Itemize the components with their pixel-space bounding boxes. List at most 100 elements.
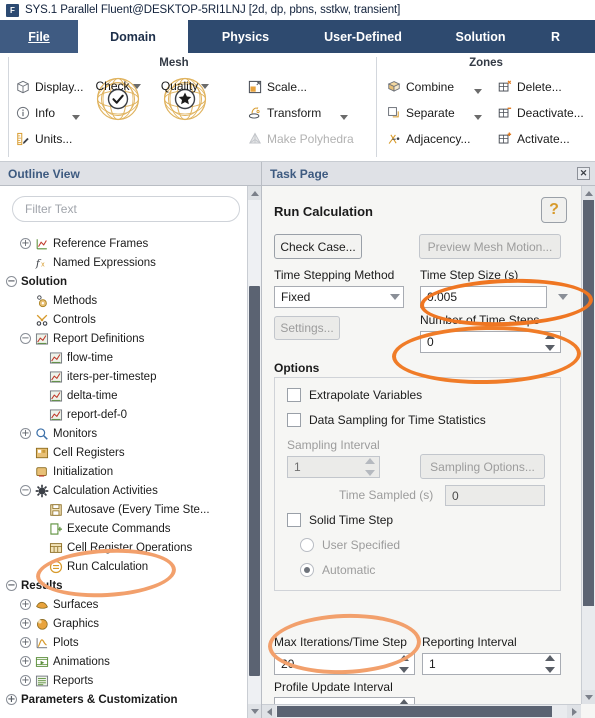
tree-expander[interactable]: + (20, 428, 31, 439)
separate-button[interactable]: Separate (387, 106, 455, 120)
combine-dropdown-caret-icon[interactable] (474, 89, 482, 94)
task-page-horizontal-scrollbar[interactable] (262, 704, 581, 718)
tree-item-label: Graphics (53, 617, 100, 630)
tree-item[interactable]: − Solution (0, 272, 247, 291)
tree-expander[interactable]: − (6, 580, 17, 591)
task-page-scrollbar-thumb[interactable] (583, 200, 594, 606)
tree-item[interactable]: − Results (0, 576, 247, 595)
extrapolate-variables-checkbox[interactable] (287, 388, 301, 402)
quality-button[interactable]: Quality (161, 77, 210, 121)
outline-scrollbar-thumb[interactable] (249, 286, 260, 676)
tree-item[interactable]: delta-time (0, 386, 247, 405)
tree-item[interactable]: Initialization (0, 462, 247, 481)
tree-expander[interactable]: + (6, 694, 17, 705)
tree-item[interactable]: + Plots (0, 633, 247, 652)
number-of-time-steps-stepper[interactable] (545, 332, 556, 352)
time-sampled-value: 0 (445, 485, 545, 506)
tree-item[interactable]: + Reference Frames (0, 234, 247, 253)
init-icon (36, 466, 47, 477)
tree-item[interactable]: + Animations (0, 652, 247, 671)
tree-item[interactable]: Controls (0, 310, 247, 329)
tree-expander[interactable]: + (20, 599, 31, 610)
number-of-time-steps-input[interactable]: 0 (420, 331, 561, 353)
transform-button[interactable]: Transform (248, 106, 321, 120)
surfaces-icon (36, 601, 48, 609)
reporting-interval-stepper[interactable] (545, 654, 556, 674)
combine-button[interactable]: Combine (387, 80, 454, 94)
task-page-vertical-scrollbar[interactable] (581, 186, 595, 704)
tree-expander[interactable]: + (20, 656, 31, 667)
adjacency-button[interactable]: Adjacency... (387, 132, 470, 146)
tab-physics[interactable]: Physics (188, 20, 303, 53)
task-page-scroll-down-button[interactable] (582, 690, 595, 704)
time-step-size-chevron-down-icon[interactable] (558, 294, 568, 300)
tree-item[interactable]: iters-per-timestep (0, 367, 247, 386)
info-button[interactable]: Info (16, 106, 55, 120)
filter-text-input[interactable]: Filter Text (12, 196, 240, 222)
tree-item[interactable]: Execute Commands (0, 519, 247, 538)
task-page-scroll-up-button[interactable] (582, 186, 595, 200)
tree-item[interactable]: + Reports (0, 671, 247, 690)
tab-user-defined[interactable]: User-Defined (303, 20, 423, 53)
tree-item[interactable]: + Graphics (0, 614, 247, 633)
help-button[interactable]: ? (541, 197, 567, 223)
tree-expander[interactable]: − (6, 276, 17, 287)
max-iterations-stepper[interactable] (399, 654, 410, 674)
outline-vertical-scrollbar[interactable] (247, 186, 261, 718)
check-case-button[interactable]: Check Case... (274, 234, 362, 259)
time-step-size-input[interactable]: 0.005 (420, 286, 547, 308)
scale-button[interactable]: Scale... (248, 80, 307, 94)
separate-icon (388, 107, 399, 118)
time-sampled-label: Time Sampled (s) (339, 488, 434, 502)
reporting-interval-input[interactable]: 1 (422, 653, 561, 675)
tree-expander[interactable]: − (20, 485, 31, 496)
tree-expander[interactable]: + (20, 238, 31, 249)
tab-results[interactable]: R (538, 20, 595, 53)
tab-file[interactable]: File (0, 20, 78, 53)
display-button[interactable]: Display... (16, 80, 83, 94)
tree-item[interactable]: Cell Register Operations (0, 538, 247, 557)
tree-item[interactable]: Run Calculation (0, 557, 247, 576)
tree-item[interactable]: + Surfaces (0, 595, 247, 614)
tree-item[interactable]: − Calculation Activities (0, 481, 247, 500)
tree-item-label: Cell Registers (53, 446, 125, 459)
tree-item[interactable]: Methods (0, 291, 247, 310)
info-dropdown-caret-icon[interactable] (72, 115, 80, 120)
units-button[interactable]: Units... (16, 132, 72, 146)
tree-expander[interactable]: + (20, 675, 31, 686)
time-stepping-method-chevron-down-icon[interactable] (390, 294, 400, 300)
data-sampling-checkbox[interactable] (287, 413, 301, 427)
tree-item[interactable]: Cell Registers (0, 443, 247, 462)
tree-item[interactable]: flow-time (0, 348, 247, 367)
time-stepping-method-select[interactable]: Fixed (274, 286, 404, 308)
task-page-hscrollbar-thumb[interactable] (277, 706, 552, 717)
close-icon[interactable]: ✕ (577, 167, 590, 180)
activate-button[interactable]: Activate... (498, 132, 570, 146)
task-page-scroll-right-button[interactable] (567, 705, 581, 718)
quality-dropdown-caret-icon[interactable] (201, 83, 210, 89)
tree-item[interactable]: report-def-0 (0, 405, 247, 424)
max-iterations-input[interactable]: 20 (274, 653, 415, 675)
make-polyhedra-icon (249, 132, 261, 144)
separate-dropdown-caret-icon[interactable] (474, 115, 482, 120)
tab-solution[interactable]: Solution (423, 20, 538, 53)
tree-item[interactable]: + Parameters & Customization (0, 690, 247, 709)
check-button[interactable]: Check (96, 77, 141, 121)
solid-time-step-checkbox[interactable] (287, 513, 301, 527)
tab-domain[interactable]: Domain (78, 20, 188, 53)
task-page-scroll-left-button[interactable] (262, 705, 276, 718)
tree-item[interactable]: Autosave (Every Time Ste... (0, 500, 247, 519)
check-dropdown-caret-icon[interactable] (132, 83, 141, 89)
delete-button[interactable]: Delete... (498, 80, 562, 94)
deactivate-button[interactable]: Deactivate... (498, 106, 584, 120)
tree-item[interactable]: + Monitors (0, 424, 247, 443)
outline-scroll-down-button[interactable] (248, 704, 261, 718)
transform-dropdown-caret-icon[interactable] (340, 115, 348, 120)
tree-item[interactable]: − Report Definitions (0, 329, 247, 348)
tree-expander[interactable]: + (20, 618, 31, 629)
outline-scroll-up-button[interactable] (248, 186, 261, 200)
cellop-icon (49, 542, 63, 553)
tree-expander[interactable]: − (20, 333, 31, 344)
tree-item[interactable]: f x Named Expressions (0, 253, 247, 272)
tree-expander[interactable]: + (20, 637, 31, 648)
